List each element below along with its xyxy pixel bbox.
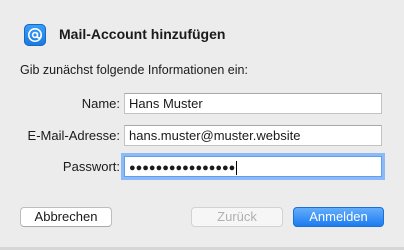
- login-button[interactable]: Anmelden: [293, 207, 384, 227]
- password-label: Passwort:: [62, 159, 120, 174]
- name-label: Name:: [81, 96, 120, 111]
- add-mail-account-dialog: Mail-Account hinzufügen Gib zunächst fol…: [0, 0, 404, 250]
- password-field[interactable]: ●●●●●●●●●●●●●●●●: [124, 156, 382, 177]
- password-masked-value: ●●●●●●●●●●●●●●●●: [129, 162, 236, 174]
- email-value: hans.muster@muster.website: [129, 128, 301, 143]
- text-caret: [236, 160, 238, 175]
- at-sign-icon: [28, 28, 42, 42]
- dialog-title: Mail-Account hinzufügen: [59, 26, 226, 42]
- cancel-button[interactable]: Abbrechen: [20, 207, 112, 227]
- dialog-instructions: Gib zunächst folgende Informationen ein:: [20, 63, 248, 77]
- email-field[interactable]: hans.muster@muster.website: [124, 125, 382, 146]
- mail-at-icon: [24, 24, 46, 46]
- email-label: E-Mail-Adresse:: [27, 128, 120, 143]
- name-value: Hans Muster: [129, 96, 203, 111]
- name-field[interactable]: Hans Muster: [124, 93, 382, 114]
- back-button[interactable]: Zurück: [191, 207, 283, 227]
